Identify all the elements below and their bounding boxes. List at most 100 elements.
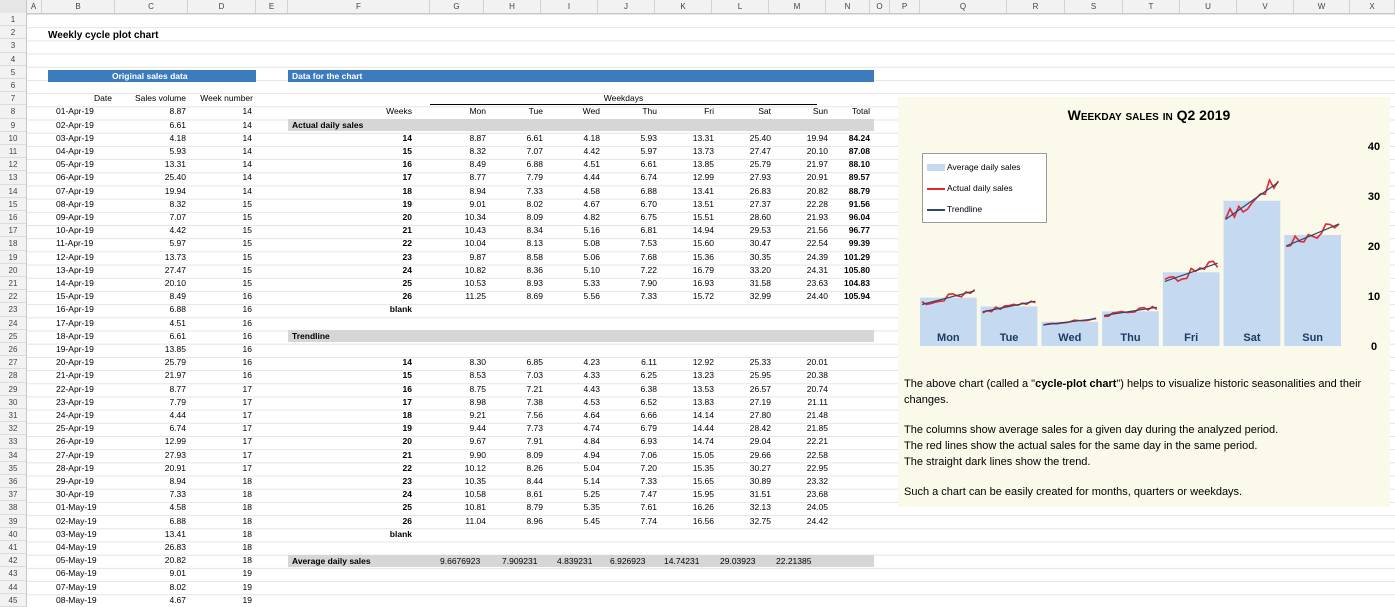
row-header-8[interactable]: 8: [0, 105, 26, 119]
column-header-c[interactable]: C: [115, 0, 188, 13]
row-header-23[interactable]: 23: [0, 303, 26, 317]
row-header-29[interactable]: 29: [0, 383, 26, 396]
row-header-4[interactable]: 4: [0, 53, 26, 66]
column-header-g[interactable]: G: [430, 0, 484, 13]
row-header-34[interactable]: 34: [0, 449, 26, 462]
actual-value-cell: 6.88: [526, 159, 543, 170]
trend-value-cell: 5.14: [583, 476, 600, 486]
actual-value-cell: 10.04: [464, 238, 486, 249]
row-header-18[interactable]: 18: [0, 237, 26, 251]
row-header-5[interactable]: 5: [0, 66, 26, 79]
actual-value-cell: 9.01: [469, 198, 486, 209]
row-header-40[interactable]: 40: [0, 528, 26, 541]
orig-week-cell: 16: [242, 291, 252, 302]
note-line-5: The straight dark lines show the trend.: [904, 456, 1091, 468]
row-header-15[interactable]: 15: [0, 198, 26, 211]
blank-label: blank: [389, 528, 412, 539]
actual-value-cell: 16.79: [692, 264, 714, 275]
actual-week-cell: 16: [402, 159, 412, 170]
actual-value-cell: 25.40: [749, 132, 771, 143]
column-header-l[interactable]: L: [712, 0, 769, 13]
row-header-37[interactable]: 37: [0, 488, 26, 502]
column-header-o[interactable]: O: [870, 0, 890, 13]
row-header-31[interactable]: 31: [0, 409, 26, 423]
column-header-b[interactable]: B: [42, 0, 115, 13]
row-header-33[interactable]: 33: [0, 435, 26, 449]
row-header-30[interactable]: 30: [0, 396, 26, 409]
orig-sales-cell: 13.85: [164, 344, 186, 354]
row-header-26[interactable]: 26: [0, 343, 26, 357]
row-header-28[interactable]: 28: [0, 369, 26, 383]
trend-value-cell: 7.33: [640, 476, 657, 486]
column-header-h[interactable]: H: [484, 0, 541, 13]
row-header-24[interactable]: 24: [0, 317, 26, 330]
row-header-35[interactable]: 35: [0, 462, 26, 475]
column-header-m[interactable]: M: [769, 0, 826, 13]
column-header-w[interactable]: W: [1294, 0, 1350, 13]
trend-week-cell: 19: [402, 423, 412, 434]
row-header-1[interactable]: 1: [0, 13, 26, 27]
column-header-i[interactable]: I: [541, 0, 598, 13]
column-header-p[interactable]: P: [890, 0, 920, 13]
trend-value-cell: 4.23: [583, 357, 600, 368]
orig-col-sales: Sales volume: [134, 93, 186, 104]
orig-date-cell: 27-Apr-19: [56, 449, 94, 460]
orig-sales-cell: 6.74: [169, 423, 186, 434]
column-header-u[interactable]: U: [1180, 0, 1237, 13]
column-header-r[interactable]: R: [1007, 0, 1065, 13]
row-header-9[interactable]: 9: [0, 119, 26, 132]
row-header-27[interactable]: 27: [0, 356, 26, 370]
row-header-20[interactable]: 20: [0, 264, 26, 277]
actual-total-cell: 104.83: [844, 278, 870, 288]
row-header-44[interactable]: 44: [0, 581, 26, 594]
column-header-q[interactable]: Q: [920, 0, 1007, 13]
column-header-x[interactable]: X: [1350, 0, 1395, 13]
row-header-22[interactable]: 22: [0, 290, 26, 304]
row-header-7[interactable]: 7: [0, 92, 26, 106]
row-header-32[interactable]: 32: [0, 422, 26, 436]
row-header-2[interactable]: 2: [0, 26, 26, 40]
row-header-16[interactable]: 16: [0, 211, 26, 225]
orig-sales-cell: 4.67: [169, 594, 186, 605]
column-header-e[interactable]: E: [256, 0, 288, 13]
column-header-s[interactable]: S: [1065, 0, 1123, 13]
select-all-corner[interactable]: [0, 0, 27, 13]
orig-week-cell: 18: [242, 515, 252, 526]
row-header-19[interactable]: 19: [0, 251, 26, 264]
row-header-10[interactable]: 10: [0, 132, 26, 145]
row-header-45[interactable]: 45: [0, 594, 26, 607]
row-header-13[interactable]: 13: [0, 171, 26, 185]
row-header-36[interactable]: 36: [0, 475, 26, 489]
trend-value-cell: 16.56: [692, 515, 714, 526]
trend-value-cell: 32.13: [749, 502, 771, 513]
row-header-3[interactable]: 3: [0, 39, 26, 53]
column-header-k[interactable]: K: [655, 0, 712, 13]
orig-sales-cell: 6.61: [169, 330, 186, 341]
column-header-t[interactable]: T: [1123, 0, 1180, 13]
column-header-v[interactable]: V: [1237, 0, 1294, 13]
row-header-6[interactable]: 6: [0, 79, 26, 93]
orig-week-cell: 17: [242, 383, 252, 394]
row-header-25[interactable]: 25: [0, 330, 26, 343]
row-header-42[interactable]: 42: [0, 554, 26, 568]
column-header-f[interactable]: F: [288, 0, 430, 13]
actual-value-cell: 4.18: [583, 132, 600, 143]
column-header-n[interactable]: N: [826, 0, 870, 13]
column-header-j[interactable]: J: [598, 0, 655, 13]
orig-date-cell: 07-Apr-19: [56, 185, 94, 196]
column-header-d[interactable]: D: [188, 0, 256, 13]
actual-value-cell: 12.99: [692, 172, 714, 183]
row-header-12[interactable]: 12: [0, 158, 26, 172]
row-header-39[interactable]: 39: [0, 515, 26, 528]
row-header-21[interactable]: 21: [0, 277, 26, 291]
row-header-41[interactable]: 41: [0, 541, 26, 555]
row-header-38[interactable]: 38: [0, 501, 26, 515]
row-header-43[interactable]: 43: [0, 567, 26, 581]
row-header-11[interactable]: 11: [0, 145, 26, 159]
chart-legend: Average daily sales Actual daily sales T…: [922, 153, 1047, 223]
column-header-a[interactable]: A: [26, 0, 42, 13]
actual-week-cell: 22: [402, 238, 412, 249]
row-header-14[interactable]: 14: [0, 185, 26, 198]
orig-date-cell: 19-Apr-19: [56, 344, 94, 354]
row-header-17[interactable]: 17: [0, 224, 26, 238]
